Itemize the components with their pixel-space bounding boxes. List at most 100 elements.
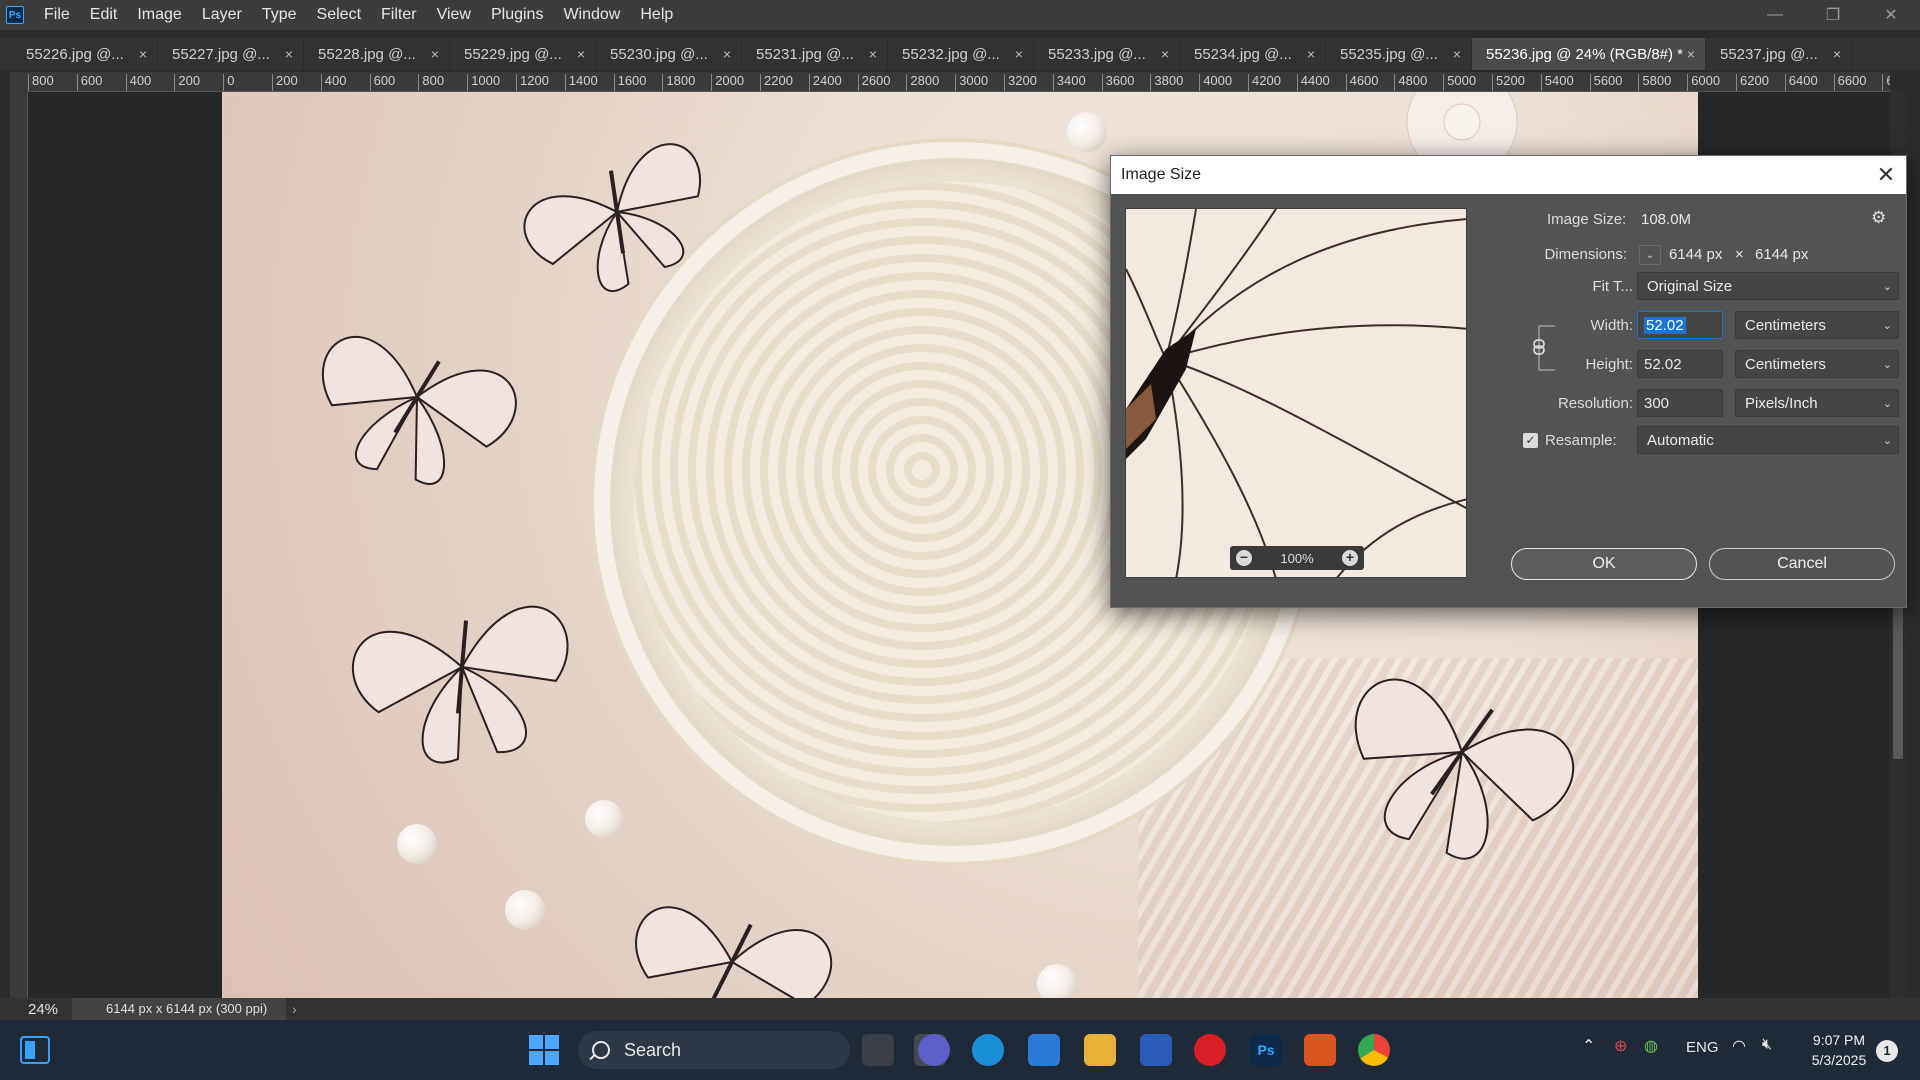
doc-tab[interactable]: 55227.jpg @... × [158, 38, 304, 70]
image-size-dialog: Image Size ✕ − 100% + Image Size: 108.0M… [1110, 155, 1907, 608]
date: 5/3/2025 [1811, 1052, 1867, 1068]
ruler-tick: 3600 [1101, 74, 1135, 91]
tab-close-icon[interactable]: × [869, 46, 877, 62]
taskbar-search[interactable]: Search [578, 1031, 850, 1069]
chrome-browser-icon[interactable] [1358, 1034, 1390, 1066]
photoshop-app-icon[interactable]: Ps [1250, 1034, 1282, 1066]
menu-file[interactable]: File [34, 0, 80, 30]
ruler-tick: 4800 [1394, 74, 1427, 91]
ruler-tick: 1600 [613, 74, 647, 91]
resample-select[interactable]: Automatic ⌄ [1637, 426, 1899, 454]
tab-close-icon[interactable]: × [1015, 46, 1023, 62]
cancel-button[interactable]: Cancel [1709, 548, 1895, 580]
doc-tab[interactable]: 55235.jpg @... × [1326, 38, 1472, 70]
windows-start-icon[interactable] [528, 1034, 560, 1066]
restore-button[interactable]: ❐ [1804, 0, 1862, 30]
fit-to-select[interactable]: Original Size ⌄ [1637, 272, 1899, 300]
tab-close-icon[interactable]: × [577, 46, 585, 62]
tab-close-icon[interactable]: × [1307, 46, 1315, 62]
doc-tab-active[interactable]: 55236.jpg @ 24% (RGB/8#) * × [1472, 38, 1706, 70]
menu-edit[interactable]: Edit [80, 0, 128, 30]
ruler-tick: 1800 [662, 74, 695, 91]
menu-layer[interactable]: Layer [192, 0, 252, 30]
ruler-tick: 3200 [1004, 74, 1037, 91]
teams-chat-icon[interactable] [918, 1034, 950, 1066]
resample-checkbox[interactable]: ✓ [1523, 433, 1538, 448]
fit-to-label: Fit T... [1592, 278, 1633, 295]
doc-tab[interactable]: 55230.jpg @... × [596, 38, 742, 70]
tab-label: 55226.jpg @... [26, 45, 124, 63]
chevron-down-icon: ⌄ [1882, 280, 1892, 293]
menu-view[interactable]: View [427, 0, 481, 30]
tab-label: 55232.jpg @... [902, 45, 1000, 63]
height-unit-select[interactable]: Centimeters ⌄ [1735, 350, 1899, 378]
menu-filter[interactable]: Filter [371, 0, 427, 30]
height-input[interactable]: 52.02 [1637, 350, 1723, 378]
image-preview[interactable]: − 100% + [1125, 208, 1467, 578]
clock[interactable]: 9:07 PM 5/3/2025 [1798, 1030, 1880, 1070]
folder-app-icon[interactable] [1084, 1034, 1116, 1066]
shield-app-icon[interactable] [1304, 1034, 1336, 1066]
horizontal-ruler[interactable]: 800 600 400 200 0 200 400 600 800 1000 1200 1400 160… [28, 72, 1890, 92]
minimize-button[interactable]: — [1746, 0, 1804, 30]
doc-tab[interactable]: 55233.jpg @... × [1034, 38, 1180, 70]
dialog-close-button[interactable]: ✕ [1866, 156, 1906, 194]
ruler-tick: 2800 [906, 74, 939, 91]
opera-browser-icon[interactable] [1194, 1034, 1226, 1066]
width-input[interactable]: 52.02 [1637, 311, 1723, 339]
doc-tab[interactable]: 55234.jpg @... × [1180, 38, 1326, 70]
notification-badge[interactable]: 1 [1876, 1040, 1898, 1062]
ruler-tick: 5200 [1492, 74, 1525, 91]
tab-close-icon[interactable]: × [723, 46, 731, 62]
dimensions-label: Dimensions: [1544, 246, 1627, 263]
status-arrow-icon[interactable]: › [292, 1001, 297, 1017]
tab-close-icon[interactable]: × [1833, 46, 1841, 62]
vpn-tray-icon[interactable]: ⊕ [1614, 1036, 1627, 1056]
wifi-icon[interactable]: ◠ [1732, 1036, 1746, 1056]
task-view-icon[interactable] [862, 1034, 894, 1066]
doc-tab[interactable]: 55237.jpg @... × [1706, 38, 1852, 70]
resample-value: Automatic [1647, 431, 1714, 449]
close-window-button[interactable]: ✕ [1862, 0, 1920, 30]
menu-help[interactable]: Help [630, 0, 683, 30]
edge-browser-icon[interactable] [972, 1034, 1004, 1066]
doc-tab[interactable]: 55226.jpg @... × [12, 38, 158, 70]
globe-tray-icon[interactable]: ◍ [1644, 1036, 1658, 1056]
tab-close-icon[interactable]: × [431, 46, 439, 62]
ruler-tick: 4600 [1345, 74, 1379, 91]
menu-image[interactable]: Image [127, 0, 191, 30]
tab-close-icon[interactable]: × [139, 46, 147, 62]
menu-window[interactable]: Window [553, 0, 630, 30]
volume-muted-icon[interactable]: 🔇︎ [1762, 1036, 1772, 1054]
preview-zoom-control: − 100% + [1230, 546, 1364, 570]
menu-type[interactable]: Type [252, 0, 307, 30]
doc-tab[interactable]: 55228.jpg @... × [304, 38, 450, 70]
doc-tab[interactable]: 55231.jpg @... × [742, 38, 888, 70]
vertical-ruler[interactable] [10, 92, 28, 998]
ok-button[interactable]: OK [1511, 548, 1697, 580]
tab-close-icon[interactable]: × [1687, 46, 1695, 62]
store-app-icon[interactable] [1140, 1034, 1172, 1066]
dimensions-unit-dropdown[interactable]: ⌄ [1639, 245, 1661, 265]
language-indicator[interactable]: ENG [1686, 1039, 1719, 1056]
ruler-tick: 5600 [1589, 74, 1623, 91]
doc-tab[interactable]: 55232.jpg @... × [888, 38, 1034, 70]
tab-close-icon[interactable]: × [1161, 46, 1169, 62]
zoom-in-icon[interactable]: + [1342, 550, 1358, 566]
width-unit-select[interactable]: Centimeters ⌄ [1735, 311, 1899, 339]
zoom-level[interactable]: 24% [0, 1001, 72, 1018]
widgets-icon[interactable] [20, 1036, 50, 1064]
menu-select[interactable]: Select [307, 0, 371, 30]
tab-close-icon[interactable]: × [285, 46, 293, 62]
chevron-up-icon[interactable]: ⌃ [1582, 1036, 1595, 1056]
resolution-unit-select[interactable]: Pixels/Inch ⌄ [1735, 389, 1899, 417]
tab-close-icon[interactable]: × [1453, 46, 1461, 62]
gear-icon[interactable]: ⚙ [1871, 208, 1886, 228]
photos-app-icon[interactable] [1028, 1034, 1060, 1066]
menu-plugins[interactable]: Plugins [481, 0, 553, 30]
zoom-out-icon[interactable]: − [1236, 550, 1252, 566]
doc-tab[interactable]: 55229.jpg @... × [450, 38, 596, 70]
dimensions-width: 6144 px [1669, 246, 1723, 263]
window-controls: — ❐ ✕ [1746, 0, 1920, 30]
resolution-input[interactable]: 300 [1637, 389, 1723, 417]
